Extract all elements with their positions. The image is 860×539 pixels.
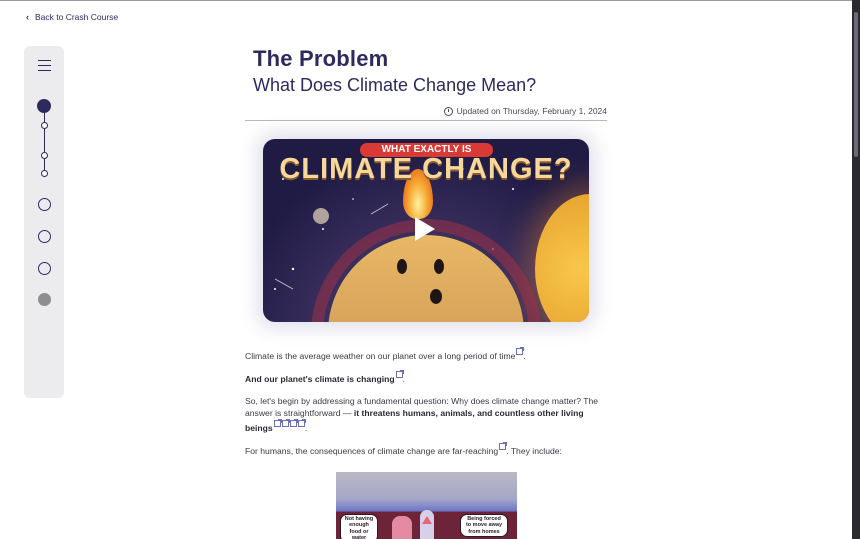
- video-player[interactable]: WHAT EXACTLY IS CLIMATE CHANGE?: [263, 139, 589, 322]
- external-link-icon[interactable]: [297, 418, 306, 427]
- illustration-label-left: Not having enough food or water: [340, 514, 378, 539]
- punctuation: .: [402, 374, 405, 385]
- video-headline: CLIMATE CHANGE?: [279, 153, 573, 185]
- person-graphic: [392, 516, 412, 539]
- earth-eye-right: [434, 259, 444, 274]
- progress-sidebar: [24, 46, 64, 398]
- paragraph-2: And our planet's climate is changing.: [245, 370, 607, 385]
- external-link-icon[interactable]: [289, 418, 298, 427]
- progress-step-3[interactable]: [37, 230, 51, 243]
- hamburger-menu-icon[interactable]: [38, 60, 51, 71]
- article-content: The Problem What Does Climate Change Mea…: [245, 46, 607, 466]
- arrow-up-graphic: [420, 510, 434, 539]
- external-link-icon[interactable]: [499, 442, 508, 451]
- punctuation: .: [523, 350, 526, 361]
- punctuation: .: [304, 422, 308, 433]
- paragraph-1-text: Climate is the average weather on our pl…: [245, 350, 516, 361]
- updated-date-text: Updated on Thursday, February 1, 2024: [456, 106, 607, 116]
- scrollbar-thumb[interactable]: [854, 12, 858, 157]
- back-link-label: Back to Crash Course: [35, 12, 119, 22]
- vertical-scrollbar[interactable]: [852, 0, 860, 539]
- earth-mouth: [430, 289, 442, 304]
- paragraph-4-text: For humans, the consequences of climate …: [245, 445, 499, 456]
- illustration-label-right: Being forced to move away from homes: [460, 514, 508, 537]
- progress-step-4[interactable]: [37, 262, 51, 275]
- paragraph-1: Climate is the average weather on our pl…: [245, 347, 607, 362]
- progress-step-2[interactable]: [37, 198, 51, 211]
- updated-date: Updated on Thursday, February 1, 2024: [245, 106, 607, 121]
- progress-substep-2[interactable]: [40, 152, 48, 159]
- external-link-icon[interactable]: [281, 418, 290, 427]
- page-title: The Problem: [253, 46, 389, 71]
- paragraph-3: So, let's begin by addressing a fundamen…: [245, 395, 607, 434]
- external-link-icon[interactable]: [273, 418, 282, 427]
- chevron-left-icon: ‹: [26, 12, 29, 22]
- earth-eye-left: [397, 259, 407, 274]
- page-subtitle: What Does Climate Change Mean?: [253, 75, 537, 95]
- moon-graphic: [313, 208, 329, 224]
- window-top-border: [0, 0, 852, 1]
- external-link-icon[interactable]: [395, 370, 404, 379]
- climate-consequences-illustration: Not having enough food or water Being fo…: [336, 472, 517, 539]
- progress-substep-3[interactable]: [40, 170, 48, 177]
- progress-connector-line: [43, 108, 45, 174]
- paragraph-4-end: . They include:: [506, 445, 562, 456]
- external-link-icon[interactable]: [516, 347, 525, 355]
- paragraph-4: For humans, the consequences of climate …: [245, 442, 607, 457]
- play-icon[interactable]: [415, 217, 435, 241]
- article-body: Climate is the average weather on our pl…: [245, 347, 607, 457]
- progress-step-current[interactable]: [37, 99, 51, 113]
- progress-step-disabled: [37, 293, 51, 306]
- clock-icon: [443, 106, 453, 116]
- paragraph-2-text: And our planet's climate is changing: [245, 374, 395, 385]
- back-to-crash-course-link[interactable]: ‹ Back to Crash Course: [26, 12, 118, 22]
- progress-substep-1[interactable]: [40, 122, 48, 129]
